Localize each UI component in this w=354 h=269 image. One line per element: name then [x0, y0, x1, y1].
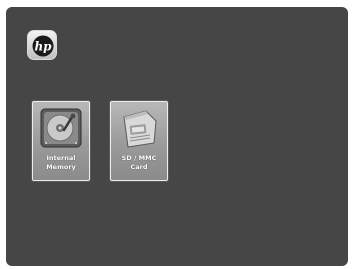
hp-logo-icon: hp — [32, 35, 54, 57]
hp-logo: hp — [27, 30, 57, 60]
hard-drive-icon — [40, 108, 82, 148]
memory-card-icon — [123, 110, 157, 148]
sd-mmc-card-label-line1: SD / MMC — [121, 154, 157, 162]
sd-mmc-card-button[interactable]: SD / MMC Card — [110, 101, 168, 181]
hp-logo-text: hp — [34, 40, 52, 54]
internal-memory-button[interactable]: Internal Memory — [32, 101, 90, 181]
internal-memory-label: Internal Memory — [33, 154, 89, 172]
device-screen: hp Internal Memory SD / MMC Card — [6, 7, 348, 266]
internal-memory-label-line1: Internal — [46, 154, 76, 162]
sd-mmc-card-label-line2: Card — [130, 163, 148, 171]
internal-memory-label-line2: Memory — [46, 163, 76, 171]
sd-mmc-card-label: SD / MMC Card — [111, 154, 167, 172]
